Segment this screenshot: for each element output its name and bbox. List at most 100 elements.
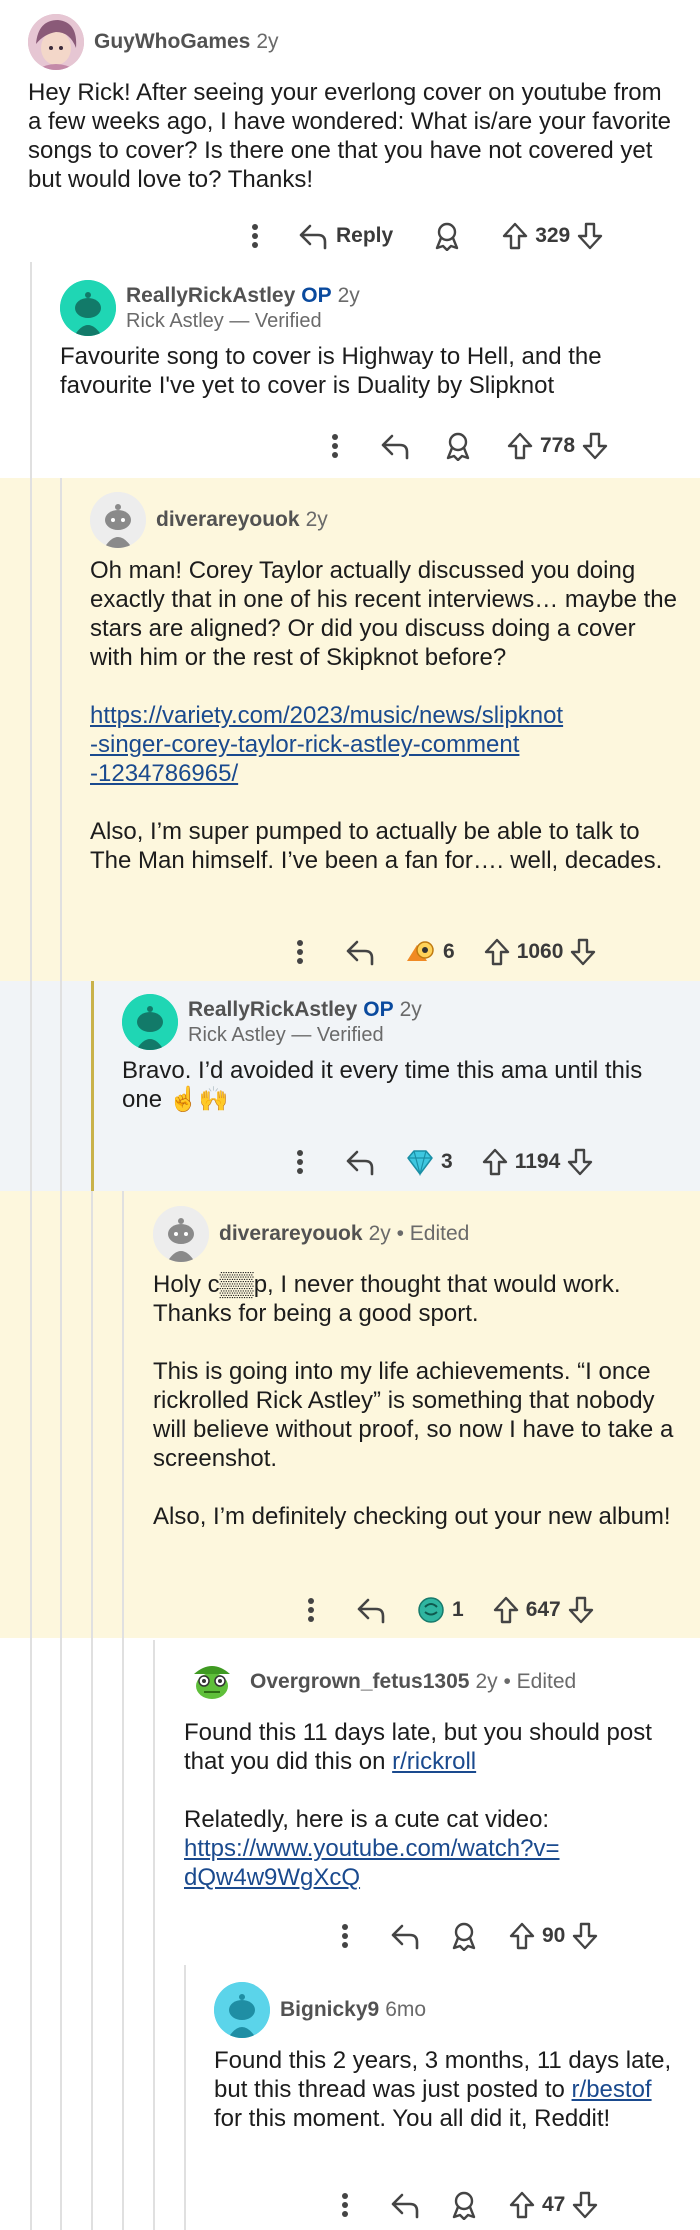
- thread-line[interactable]: [153, 1640, 155, 2230]
- vote-count: 90: [542, 1924, 566, 1947]
- more-options-button[interactable]: [330, 1923, 360, 1949]
- article-link[interactable]: -1234786965/: [90, 760, 238, 787]
- comment-text: Holy c▒▒p, I never thought that would wo…: [153, 1271, 621, 1327]
- vote-count: 329: [535, 224, 571, 247]
- reply-button[interactable]: [380, 432, 410, 460]
- comment-age: 2y • Edited: [475, 1670, 577, 1693]
- subreddit-link[interactable]: r/bestof: [572, 2076, 652, 2103]
- reply-button[interactable]: [390, 1922, 420, 1950]
- video-link[interactable]: https://www.youtube.com/watch?v=: [184, 1835, 560, 1862]
- downvote-button[interactable]: [571, 2190, 599, 2220]
- downvote-button[interactable]: [566, 1147, 594, 1177]
- reply-button[interactable]: [356, 1596, 386, 1624]
- article-link[interactable]: https://variety.com/2023/music/news/slip…: [90, 702, 563, 729]
- award-button[interactable]: [433, 221, 461, 251]
- username[interactable]: ReallyRickAstley: [126, 284, 295, 308]
- video-link[interactable]: dQw4w9WgXcQ: [184, 1864, 360, 1891]
- reply-button[interactable]: [345, 1148, 375, 1176]
- downvote-icon: [578, 222, 603, 250]
- more-options-button[interactable]: [320, 433, 350, 459]
- username[interactable]: Overgrown_fetus1305: [250, 1670, 469, 1694]
- comment-meta: GuyWhoGames 2y: [94, 30, 279, 54]
- comment-actions: 90: [330, 1916, 599, 1956]
- username[interactable]: Bignicky9: [280, 1998, 379, 2022]
- article-link[interactable]: -singer-corey-taylor-rick-astley-comment: [90, 731, 519, 758]
- vote-count: 1194: [514, 1150, 561, 1173]
- avatar[interactable]: [90, 492, 146, 548]
- comment-actions: Reply 329: [240, 216, 604, 256]
- subreddit-link[interactable]: r/rickroll: [392, 1748, 476, 1775]
- reply-button[interactable]: Reply: [298, 222, 393, 250]
- username[interactable]: GuyWhoGames: [94, 30, 250, 54]
- award-button[interactable]: [450, 2190, 478, 2220]
- reply-button[interactable]: [345, 938, 375, 966]
- upvote-icon: [502, 222, 528, 250]
- downvote-button[interactable]: [567, 1595, 595, 1625]
- comment-link-paragraph: https://variety.com/2023/music/news/slip…: [90, 701, 680, 788]
- downvote-icon: [573, 1922, 598, 1950]
- upvote-icon: [507, 432, 533, 460]
- downvote-button[interactable]: [571, 1921, 599, 1951]
- comment: diverareyouok 2y • Edited Holy c▒▒p, I n…: [153, 1206, 683, 1531]
- thread-line[interactable]: [184, 1965, 186, 2230]
- upvote-button[interactable]: [501, 221, 529, 251]
- downvote-icon: [568, 1596, 593, 1624]
- more-options-button[interactable]: [296, 1597, 326, 1623]
- downvote-button[interactable]: [581, 431, 609, 461]
- more-options-button[interactable]: [240, 223, 270, 249]
- reply-icon: [346, 940, 374, 966]
- avatar-icon: [184, 1654, 240, 1710]
- comment-text: This is going into my life achievements.…: [153, 1358, 674, 1472]
- award-button[interactable]: [444, 431, 472, 461]
- award-button[interactable]: 6: [405, 937, 455, 967]
- downvote-button[interactable]: [576, 221, 604, 251]
- avatar[interactable]: [122, 994, 178, 1050]
- avatar-icon: [60, 280, 116, 336]
- thread-line[interactable]: [30, 262, 32, 2230]
- award-count: 3: [441, 1150, 453, 1173]
- upvote-icon: [509, 1922, 535, 1950]
- award-button[interactable]: [450, 1921, 478, 1951]
- username[interactable]: diverareyouok: [156, 508, 300, 532]
- username[interactable]: diverareyouok: [219, 1222, 363, 1246]
- thread-line[interactable]: [60, 478, 62, 2230]
- downvote-button[interactable]: [569, 937, 597, 967]
- thread-line[interactable]: [122, 1191, 124, 2230]
- username[interactable]: ReallyRickAstley: [188, 998, 357, 1022]
- avatar[interactable]: [214, 1982, 270, 2038]
- award-button[interactable]: 1: [416, 1595, 464, 1625]
- avatar[interactable]: [153, 1206, 209, 1262]
- comment-body: Oh man! Corey Taylor actually discussed …: [90, 556, 680, 875]
- comment: diverareyouok 2y Oh man! Corey Taylor ac…: [90, 492, 680, 875]
- upvote-button[interactable]: [492, 1595, 520, 1625]
- upvote-button[interactable]: [506, 431, 534, 461]
- reply-button[interactable]: [390, 2191, 420, 2219]
- avatar[interactable]: [28, 14, 84, 70]
- avatar-icon: [90, 492, 146, 548]
- award-count: 6: [443, 940, 455, 963]
- more-options-button[interactable]: [285, 1149, 315, 1175]
- upvote-button[interactable]: [508, 1921, 536, 1951]
- avatar[interactable]: [60, 280, 116, 336]
- comment-paragraph: Relatedly, here is a cute cat video: htt…: [184, 1805, 684, 1892]
- upvote-button[interactable]: [481, 1147, 509, 1177]
- more-icon: [342, 2193, 348, 2217]
- more-icon: [297, 940, 303, 964]
- comment-text: Oh man! Corey Taylor actually discussed …: [90, 557, 677, 671]
- upvote-icon: [484, 938, 509, 966]
- more-options-button[interactable]: [285, 939, 315, 965]
- upvote-button[interactable]: [508, 2190, 536, 2220]
- comment-text: Also, I’m definitely checking out your n…: [153, 1503, 671, 1530]
- award-button[interactable]: 3: [405, 1148, 453, 1176]
- comment-meta: diverareyouok 2y • Edited: [219, 1222, 469, 1246]
- avatar[interactable]: [184, 1654, 240, 1710]
- comment-age: 2y: [337, 283, 360, 307]
- comment-header: diverareyouok 2y: [90, 492, 680, 548]
- downvote-icon: [582, 432, 608, 460]
- avatar-icon: [153, 1206, 209, 1262]
- more-options-button[interactable]: [330, 2192, 360, 2218]
- upvote-button[interactable]: [483, 937, 511, 967]
- thread-line[interactable]: [91, 981, 94, 1191]
- reply-label: Reply: [336, 224, 394, 247]
- thread-line[interactable]: [91, 1191, 93, 2230]
